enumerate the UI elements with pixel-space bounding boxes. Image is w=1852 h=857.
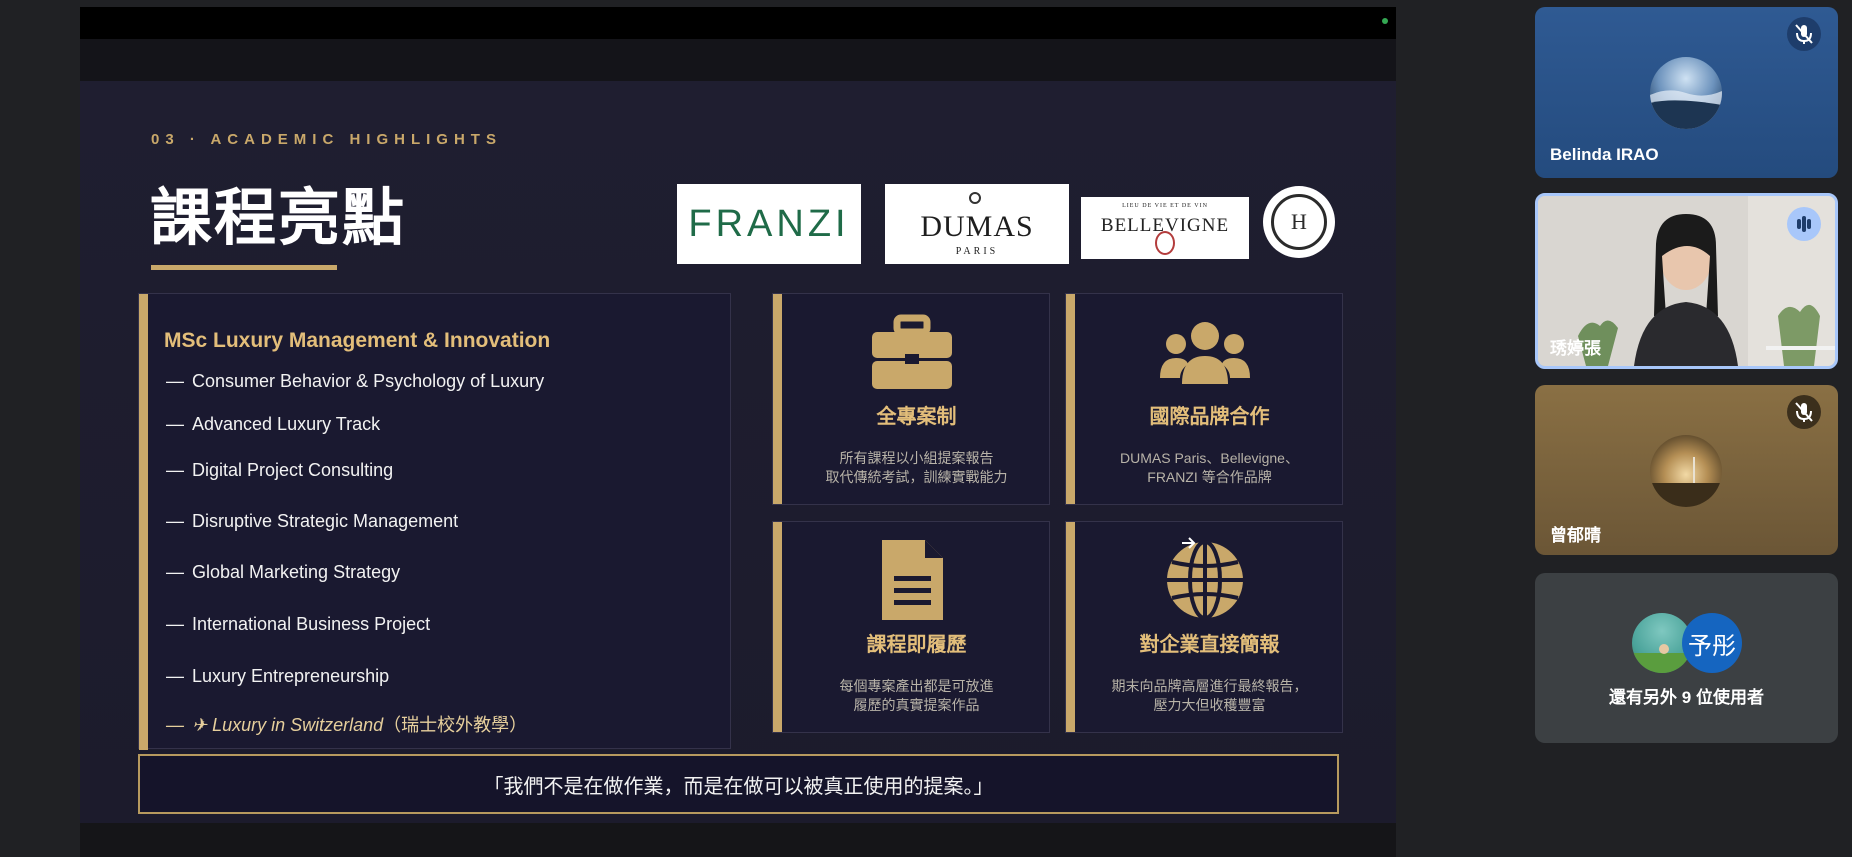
avatar <box>1650 435 1722 507</box>
card-accent-bar <box>773 522 782 732</box>
briefcase-icon <box>872 314 952 389</box>
card-accent-bar <box>1066 294 1075 504</box>
dumas-logo-text: DUMAS <box>920 210 1034 243</box>
card-description-line: 期末向品牌高層進行最終報告， <box>1111 678 1308 694</box>
course-item: — Disruptive Strategic Management <box>166 511 459 531</box>
participant-name: 琇婷張 <box>1550 339 1601 358</box>
card-description: 每個專案產出都是可放進 履歷的真實提案作品 <box>782 677 1051 715</box>
other-participants-label: 還有另外 9 位使用者 <box>1609 688 1764 707</box>
share-header-strip <box>80 39 1396 81</box>
bellevigne-tagline: LIEU DE VIE ET DE VIN <box>1122 203 1208 209</box>
slide-quote: 「我們不是在做作業，而是在做可以被真正使用的提案。」 <box>138 754 1339 814</box>
card-title: 國際品牌合作 <box>1149 406 1270 428</box>
course-item: — Advanced Luxury Track <box>166 414 381 434</box>
card-title: 全專案制 <box>876 406 957 428</box>
bellevigne-logo: LIEU DE VIE ET DE VIN BELLEVIGNE <box>1081 197 1249 259</box>
course-item-special: — ✈ Luxury in Switzerland（瑞士校外教學） <box>166 715 528 735</box>
ch-logo-icon: H <box>1271 194 1327 250</box>
course-item-label: Consumer Behavior & Psychology of Luxury <box>192 371 545 391</box>
course-item-label: Digital Project Consulting <box>192 460 394 480</box>
mic-muted-icon <box>1787 395 1821 429</box>
card-accent-bar <box>1066 522 1075 732</box>
avatar-initials: 予彤 <box>1682 613 1742 673</box>
bellevigne-seal-icon <box>1155 231 1175 255</box>
feature-card-projects: 全專案制 所有課程以小組提案報告 取代傳統考試，訓練實戰能力 <box>772 293 1050 505</box>
globe-icon <box>1167 540 1243 620</box>
course-item: — Luxury Entrepreneurship <box>166 666 390 686</box>
card-title: 課程即履歷 <box>866 634 967 656</box>
card-accent-bar <box>773 294 782 504</box>
avatar-photo <box>1650 90 1722 129</box>
title-underline <box>151 265 337 270</box>
course-heading: MSc Luxury Management & Innovation <box>164 329 551 352</box>
dumas-mark-icon <box>969 192 981 204</box>
card-description-line: 所有課程以小組提案報告 <box>839 450 994 466</box>
feature-card-brands: 國際品牌合作 DUMAS Paris、Bellevigne、 FRANZI 等合… <box>1065 293 1343 505</box>
feature-card-presentation: 對企業直接簡報 期末向品牌高層進行最終報告， 壓力大但收穫豐富 <box>1065 521 1343 733</box>
screen-share: 03 · ACADEMIC HIGHLIGHTS 課程亮點 FRANZI DUM… <box>80 7 1396 857</box>
avatar <box>1650 57 1722 129</box>
card-description: DUMAS Paris、Bellevigne、 FRANZI 等合作品牌 <box>1075 449 1344 487</box>
share-bottom-strip <box>80 823 1396 857</box>
card-description-line: FRANZI 等合作品牌 <box>1147 469 1272 485</box>
ch-circle-logo: H <box>1263 186 1335 258</box>
course-item-label: International Business Project <box>192 614 431 634</box>
share-top-bar <box>80 7 1396 39</box>
course-panel-accent-bar <box>139 294 148 750</box>
slide-kicker: 03 · ACADEMIC HIGHLIGHTS <box>151 131 502 148</box>
slide-title: 課程亮點 <box>150 184 407 253</box>
course-item-special-label: ✈ Luxury in Switzerland <box>192 715 384 735</box>
users-icon <box>1160 322 1250 384</box>
course-item: — Digital Project Consulting <box>166 460 394 480</box>
course-item: — Global Marketing Strategy <box>166 562 401 582</box>
recording-indicator-icon <box>1382 18 1388 24</box>
franzi-logo: FRANZI <box>677 184 861 264</box>
participant-name: Belinda IRAO <box>1550 145 1659 164</box>
card-description-line: 取代傳統考試，訓練實戰能力 <box>825 469 1008 485</box>
participant-tile-active[interactable]: 琇婷張 <box>1535 193 1838 369</box>
mic-muted-icon <box>1787 17 1821 51</box>
course-item: — Consumer Behavior & Psychology of Luxur… <box>166 371 545 391</box>
participant-tile[interactable]: Belinda IRAO <box>1535 7 1838 178</box>
course-item-label: Disruptive Strategic Management <box>192 511 459 531</box>
avatar-initials-text: 予彤 <box>1688 632 1736 660</box>
course-item-label: Advanced Luxury Track <box>192 414 381 434</box>
course-item-label: Global Marketing Strategy <box>192 562 401 582</box>
slide-quote-text: 「我們不是在做作業，而是在做可以被真正使用的提案。」 <box>483 775 994 798</box>
course-item: — International Business Project <box>166 614 431 634</box>
course-item-label: Luxury Entrepreneurship <box>192 666 390 686</box>
course-item-special-note: （瑞士校外教學） <box>383 715 528 735</box>
cursor-arrow-icon <box>1182 537 1196 549</box>
feature-card-portfolio: 課程即履歷 每個專案產出都是可放進 履歷的真實提案作品 <box>772 521 1050 733</box>
dumas-logo-city: PARIS <box>955 246 999 257</box>
participant-tile[interactable]: 曾郁晴 <box>1535 385 1838 555</box>
card-title: 對企業直接簡報 <box>1139 634 1280 656</box>
speaking-indicator-icon <box>1787 207 1821 241</box>
card-description: 所有課程以小組提案報告 取代傳統考試，訓練實戰能力 <box>782 449 1051 487</box>
card-description-line: 每個專案產出都是可放進 <box>839 678 994 694</box>
avatar-photo <box>1650 457 1722 507</box>
participant-name: 曾郁晴 <box>1550 526 1601 545</box>
card-description-line: 壓力大但收穫豐富 <box>1153 697 1266 713</box>
document-icon <box>882 540 943 620</box>
card-description-line: 履歷的真實提案作品 <box>853 697 980 713</box>
presentation-slide: 03 · ACADEMIC HIGHLIGHTS 課程亮點 FRANZI DUM… <box>80 81 1396 823</box>
card-description: 期末向品牌高層進行最終報告， 壓力大但收穫豐富 <box>1075 677 1344 715</box>
other-participants-tile[interactable]: 予彤 還有另外 9 位使用者 <box>1535 573 1838 743</box>
franzi-logo-text: FRANZI <box>688 202 850 245</box>
card-description-line: DUMAS Paris、Bellevigne、 <box>1120 450 1299 466</box>
dumas-logo: DUMAS PARIS <box>885 184 1069 264</box>
